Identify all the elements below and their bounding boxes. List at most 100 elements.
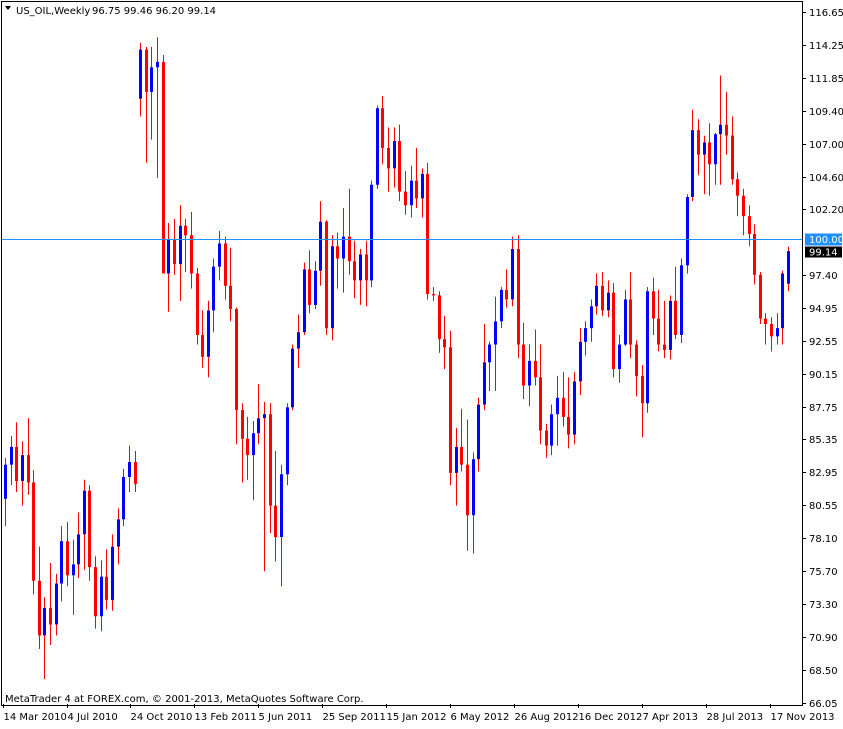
- candle-body-bear: [449, 347, 452, 473]
- candle: [686, 194, 689, 274]
- candle-body-bull: [359, 254, 362, 281]
- y-tick-label: 73.30: [809, 600, 838, 611]
- candle-body-bear: [629, 299, 632, 345]
- y-tick-label: 80.55: [809, 501, 838, 512]
- candle: [612, 283, 615, 378]
- candle-body-bull: [257, 418, 260, 434]
- candle-body-bear: [235, 309, 238, 411]
- candle-body-bear: [708, 142, 711, 165]
- candle-body-bear: [173, 239, 176, 264]
- candle-body-bull: [393, 141, 396, 169]
- candle-body-bear: [381, 108, 384, 148]
- candle-body-bear: [190, 235, 193, 274]
- y-tick-label: 75.70: [809, 567, 838, 578]
- candle-body-bear: [38, 580, 41, 636]
- candle-body-bull: [263, 414, 266, 419]
- candle-body-bull: [483, 362, 486, 405]
- x-tick-label: 24 Oct 2010: [131, 712, 193, 723]
- candle-body-bear: [567, 416, 570, 435]
- candle-body-bull: [122, 476, 125, 520]
- candle-body-bear: [657, 318, 660, 345]
- x-tick-label: 6 May 2012: [451, 712, 510, 723]
- candle-body-bear: [162, 61, 165, 274]
- candle-body-bear: [94, 567, 97, 617]
- candle: [370, 180, 373, 288]
- candle-body-bear: [438, 295, 441, 340]
- candle-body-bear: [325, 221, 328, 329]
- candle: [331, 235, 334, 341]
- y-tick-label: 87.75: [809, 403, 838, 414]
- level-price-label: 100.00: [809, 235, 843, 246]
- candle-body-bull: [646, 291, 649, 404]
- candle-body-bear: [201, 334, 204, 357]
- y-tick-label: 107.00: [809, 140, 843, 151]
- y-tick-label: 85.35: [809, 435, 838, 446]
- candle-body-bull: [556, 397, 559, 415]
- candle-body-bull: [370, 184, 373, 281]
- candle: [646, 287, 649, 413]
- candle-body-bull: [4, 464, 7, 499]
- candle-body-bear: [663, 344, 666, 350]
- candle-body-bull: [686, 197, 689, 266]
- candle-body-bull: [100, 576, 103, 617]
- candle-body-bear: [32, 482, 35, 581]
- y-tick-label: 102.20: [809, 205, 843, 216]
- candle-body-bear: [426, 173, 429, 294]
- chart-ohlc-values: 96.75 99.46 96.20 99.14: [92, 6, 216, 17]
- candle-body-bull: [573, 381, 576, 435]
- candle-body-bull: [252, 433, 255, 456]
- candle-body-bear: [748, 216, 751, 234]
- y-tick-label: 66.05: [809, 699, 838, 710]
- candle: [325, 220, 328, 335]
- candle-body-bull: [297, 332, 300, 349]
- candle: [303, 262, 306, 335]
- candle-body-bull: [139, 49, 142, 99]
- candle-body-bull: [703, 142, 706, 155]
- x-tick-label: 17 Nov 2013: [771, 712, 835, 723]
- candle-body-bear: [15, 446, 18, 482]
- candle: [122, 468, 125, 527]
- candle-body-bull: [376, 108, 379, 185]
- candle-body-bull: [77, 534, 80, 565]
- candle-body-bear: [466, 464, 469, 516]
- x-tick-label: 5 Jun 2011: [259, 712, 313, 723]
- y-tick-label: 116.65: [809, 8, 843, 19]
- y-tick-label: 92.55: [809, 337, 838, 348]
- candle-body-bull: [207, 310, 210, 357]
- candle-body-bull: [584, 328, 587, 342]
- candle-body-bull: [303, 269, 306, 333]
- x-tick-label: 7 Apr 2013: [643, 712, 698, 723]
- y-tick-label: 94.95: [809, 304, 838, 315]
- candle-body-bull: [331, 246, 334, 329]
- candle-body-bull: [550, 414, 553, 446]
- candle-body-bull: [314, 270, 317, 305]
- y-tick-label: 82.95: [809, 468, 838, 479]
- candle-body-bear: [241, 410, 244, 439]
- candle-body-bull: [579, 341, 582, 382]
- footer-credit: MetaTrader 4 at FOREX.com, © 2001-2013, …: [5, 694, 364, 705]
- candle-body-bull: [511, 248, 514, 300]
- candle-body-bull: [291, 348, 294, 408]
- y-tick-label: 97.40: [809, 271, 838, 282]
- candle-body-bull: [787, 251, 790, 284]
- candle-body-bear: [674, 300, 677, 335]
- candle-body-bear: [49, 608, 52, 625]
- candle-body-bear: [443, 339, 446, 348]
- candle-body-bear: [336, 246, 339, 259]
- candle: [291, 344, 294, 411]
- candle-body-bull: [590, 306, 593, 329]
- candle-body-bull: [595, 285, 598, 307]
- candle-body-bull: [117, 519, 120, 547]
- candle-body-bear: [742, 195, 745, 217]
- candle-body-bull: [528, 360, 531, 386]
- candle: [426, 162, 429, 300]
- candle-body-bull: [714, 134, 717, 165]
- candle-body-bear: [27, 455, 30, 483]
- candle-body-bear: [641, 375, 644, 404]
- y-tick-label: 70.90: [809, 633, 838, 644]
- candle: [88, 485, 91, 581]
- y-tick-label: 109.40: [809, 107, 843, 118]
- candle-body-bull: [167, 239, 170, 274]
- candle: [196, 268, 199, 345]
- candle-body-bull: [691, 130, 694, 198]
